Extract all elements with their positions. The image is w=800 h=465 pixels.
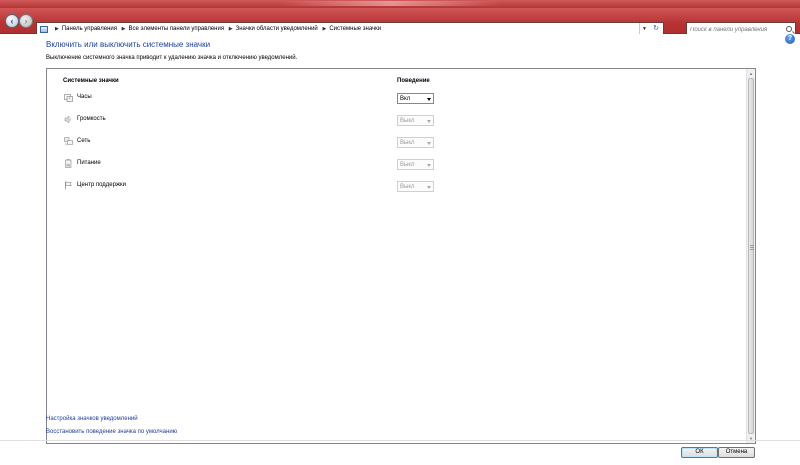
breadcrumb-all-items[interactable]: Все элементы панели управления <box>129 26 225 33</box>
action-center-flag-icon <box>65 181 73 190</box>
list-item-action-center: Центр поддержки Выкл <box>47 177 747 195</box>
row-label: Сеть <box>77 138 91 144</box>
restore-default-behavior-link[interactable]: Восстановить поведение значка по умолчан… <box>46 429 177 435</box>
power-icon <box>65 159 72 168</box>
forward-button[interactable]: › <box>19 14 33 28</box>
page-title: Включить или выключить системные значки <box>46 40 211 49</box>
breadcrumb-notification-icons[interactable]: Значки области уведомлений <box>236 26 318 33</box>
select-value: Выкл <box>400 140 415 146</box>
list-item-power: Питание Выкл <box>47 155 747 173</box>
chevron-down-icon <box>427 186 431 189</box>
main-content: ? Включить или выключить системные значк… <box>0 34 800 465</box>
behavior-select-network[interactable]: Выкл <box>397 137 434 148</box>
cancel-button[interactable]: Отмена <box>718 447 755 458</box>
chevron-down-icon <box>427 142 431 145</box>
chevron-down-icon <box>427 164 431 167</box>
window-title-bar <box>0 0 800 8</box>
control-panel-icon <box>40 26 48 33</box>
vertical-scrollbar[interactable]: ▲ ▼ <box>746 69 755 443</box>
network-icon <box>64 137 73 146</box>
select-value: Выкл <box>400 162 415 168</box>
title-glow <box>280 1 500 6</box>
column-header-icons: Системные значки <box>63 78 119 84</box>
select-value: Вкл <box>400 96 411 102</box>
behavior-select-power[interactable]: Выкл <box>397 159 434 170</box>
scroll-down-icon[interactable]: ▼ <box>747 434 755 443</box>
chevron-down-icon <box>427 120 431 123</box>
select-value: Выкл <box>400 118 415 124</box>
breadcrumb: ▶ Панель управления ▶ Все элементы панели … <box>52 26 381 33</box>
row-label: Громкость <box>77 116 106 122</box>
behavior-select-volume[interactable]: Выкл <box>397 115 434 126</box>
search-input[interactable] <box>690 25 784 34</box>
system-icons-list: Системные значки Поведение Часы Вкл Гром… <box>46 68 756 444</box>
chevron-right-icon[interactable]: ▶ <box>322 26 326 33</box>
chevron-right-icon[interactable]: ▶ <box>122 26 126 33</box>
volume-icon <box>64 115 71 124</box>
list-item-volume: Громкость Выкл <box>47 111 747 129</box>
behavior-select-action-center[interactable]: Выкл <box>397 181 434 192</box>
navigation-bar: ‹ › ▶ Панель управления ▶ Все элементы пан… <box>0 8 800 36</box>
row-label: Центр поддержки <box>77 182 126 188</box>
scrollbar-thumb[interactable] <box>748 78 754 434</box>
page-description: Выключение системного значка приводит к … <box>46 55 298 61</box>
select-value: Выкл <box>400 184 415 190</box>
search-icon[interactable] <box>786 26 792 32</box>
chevron-down-icon <box>427 98 431 101</box>
arrow-right-icon: › <box>24 16 28 26</box>
behavior-select-clock[interactable]: Вкл <box>397 93 434 104</box>
chevron-right-icon[interactable]: ▶ <box>55 26 59 33</box>
list-item-network: Сеть Выкл <box>47 133 747 151</box>
grip-icon <box>750 245 754 251</box>
footer-divider <box>0 440 800 441</box>
scroll-up-icon[interactable]: ▲ <box>747 69 755 78</box>
help-icon[interactable]: ? <box>785 34 795 44</box>
back-button[interactable]: ‹ <box>5 14 19 28</box>
chevron-right-icon[interactable]: ▶ <box>229 26 233 33</box>
row-label: Часы <box>77 94 92 100</box>
ok-button[interactable]: ОК <box>681 447 718 458</box>
customize-notification-icons-link[interactable]: Настройка значков уведомлений <box>46 416 138 422</box>
breadcrumb-control-panel[interactable]: Панель управления <box>62 26 117 33</box>
column-header-behavior: Поведение <box>397 78 430 84</box>
list-item-clock: Часы Вкл <box>47 89 747 107</box>
row-label: Питание <box>77 160 101 166</box>
breadcrumb-system-icons[interactable]: Системные значки <box>329 26 381 33</box>
arrow-left-icon: ‹ <box>10 16 14 26</box>
clock-icon <box>64 94 73 102</box>
